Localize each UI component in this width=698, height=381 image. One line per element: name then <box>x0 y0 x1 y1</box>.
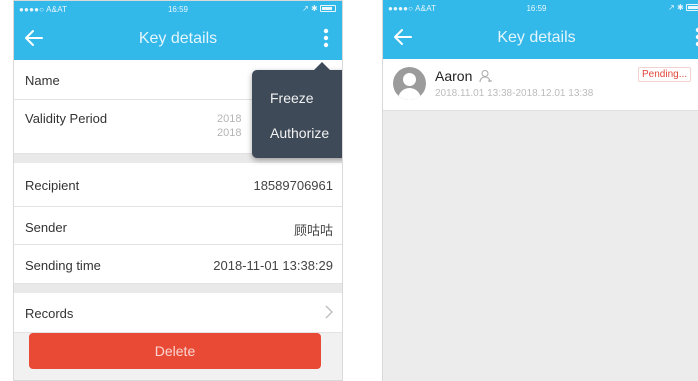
battery-icon: ↗ ✱ <box>302 4 336 13</box>
overflow-menu: Freeze Authorize <box>252 62 342 158</box>
chevron-right-icon <box>325 305 333 322</box>
delete-button[interactable]: Delete <box>29 333 321 369</box>
menu-item-freeze[interactable]: Freeze <box>270 90 314 106</box>
key-list-item[interactable]: Aaron 2018.11.01 13:38-2018.12.01 13:38 … <box>383 59 698 111</box>
records-label: Records <box>25 306 74 321</box>
name-label: Name <box>25 73 60 88</box>
validity-value: 2018 2018 <box>217 112 241 140</box>
sender-value: 顾咕咕 <box>293 223 333 238</box>
recipient-value: 18589706961 <box>253 178 333 193</box>
sending-time-value: 2018-11-01 13:38:29 <box>213 258 333 273</box>
sending-time-label: Sending time <box>25 258 101 273</box>
recipient-row: Recipient 18589706961 <box>14 163 342 207</box>
menu-item-authorize[interactable]: Authorize <box>270 125 329 141</box>
validity-period: 2018.11.01 13:38-2018.12.01 13:38 <box>435 88 594 99</box>
nav-bar: Key details <box>14 17 342 60</box>
key-details-screen-right: ●●●●○ A&AT 16:59 ↗ ✱ Key details Aaron 2… <box>382 0 698 381</box>
status-indicators: ↗ ✱ <box>302 4 318 13</box>
nav-bar: Key details <box>383 16 698 59</box>
records-row[interactable]: Records <box>14 293 342 333</box>
status-time: 16:59 <box>526 4 547 13</box>
validity-label: Validity Period <box>25 111 108 126</box>
more-vertical-icon[interactable] <box>320 26 332 50</box>
page-title: Key details <box>497 29 576 46</box>
user-outline-icon <box>479 69 493 88</box>
more-vertical-icon[interactable] <box>692 25 698 49</box>
validity-line-2: 2018 <box>217 127 242 139</box>
battery-icon: ↗ ✱ <box>668 3 698 12</box>
status-indicators: ↗ ✱ <box>668 3 684 12</box>
status-bar: ●●●●○ A&AT 16:59 ↗ ✱ <box>383 0 698 16</box>
key-details-screen-left: ●●●●○ A&AT 16:59 ↗ ✱ Key details Name Va… <box>13 0 343 381</box>
recipient-name: Aaron <box>435 68 473 84</box>
status-bar: ●●●●○ A&AT 16:59 ↗ ✱ <box>14 1 342 17</box>
recipient-label: Recipient <box>25 178 80 193</box>
status-badge: Pending... <box>638 67 692 82</box>
sending-time-row: Sending time 2018-11-01 13:38:29 <box>14 245 342 284</box>
validity-line-1: 2018 <box>217 113 242 125</box>
page-title: Key details <box>138 30 218 47</box>
sender-row: Sender 顾咕咕 <box>14 207 342 245</box>
sender-label: Sender <box>25 220 67 235</box>
avatar-icon <box>393 67 426 100</box>
status-time: 16:59 <box>167 5 189 14</box>
